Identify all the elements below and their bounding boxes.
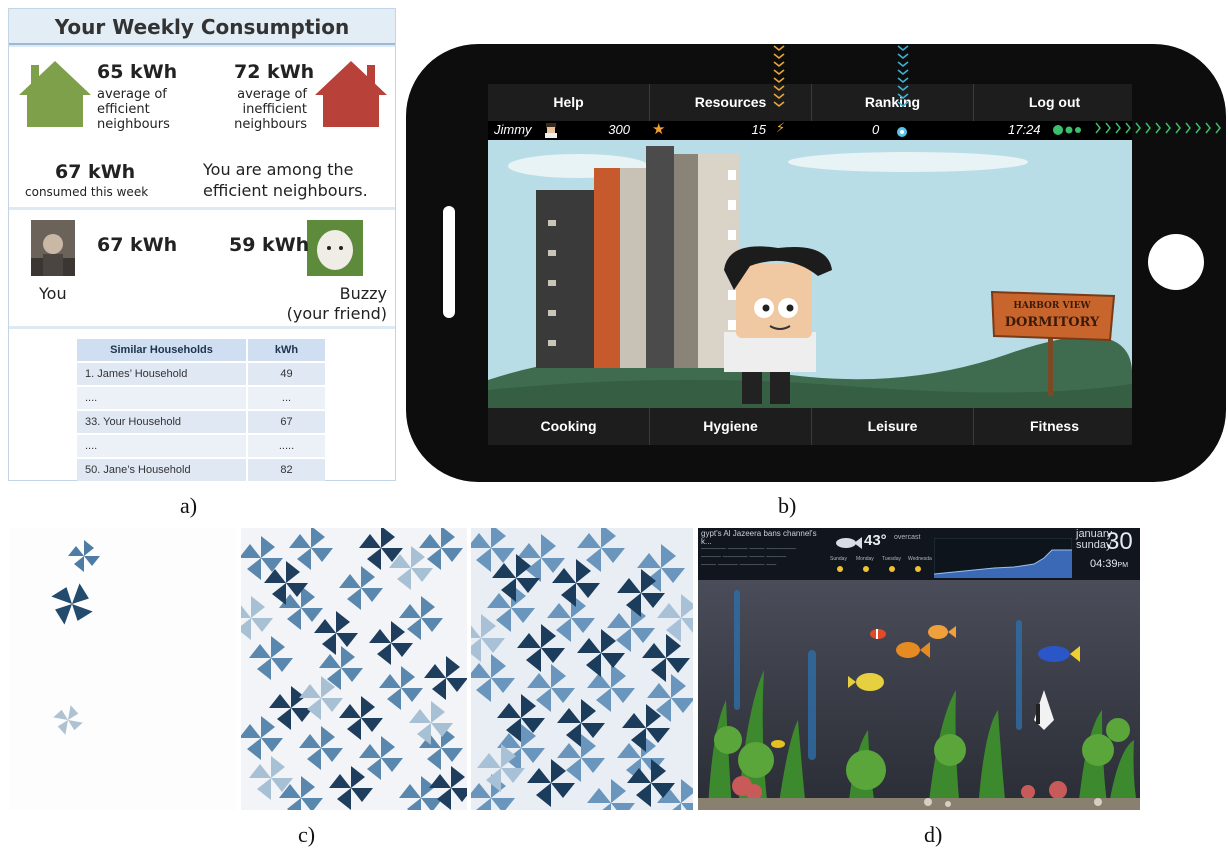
neighbour-comparison-section: 65 kWh average of efficient neighbours 7… — [9, 47, 395, 207]
consumed-value: 67 kWh — [55, 161, 136, 183]
caption-b: b) — [778, 493, 797, 518]
building — [646, 146, 674, 368]
weekly-consumption-panel: Your Weekly Consumption 65 kWh average o… — [8, 8, 396, 483]
inefficient-average-label: average of inefficient neighbours — [234, 87, 307, 132]
friend-label: Buzzy (your friend) — [286, 284, 387, 323]
efficient-average-label: average of efficient neighbours — [97, 87, 170, 132]
inefficient-average-value: 72 kWh — [234, 61, 315, 83]
username: Jimmy — [494, 122, 532, 137]
efficiency-message: You are among the efficient neighbours. — [203, 160, 368, 200]
bottom-nav-bar: Cooking Hygiene Leisure Fitness — [488, 408, 1132, 445]
energy-flow-chevrons — [773, 45, 785, 108]
news-ticker: gypt's Al Jazeera bans channel's k... ──… — [701, 530, 817, 569]
similar-households-section: Similar Households kWh 1. James’ Househo… — [9, 329, 395, 483]
forecast: Sunday Monday Tuesday Wednesda — [830, 556, 932, 576]
leisure-button[interactable]: Leisure — [812, 408, 973, 445]
date-day: 30 — [1106, 528, 1133, 555]
game-scene: HARBOR VIEW DORMITORY — [488, 140, 1132, 408]
progress-dots — [1053, 125, 1081, 135]
connection-chevrons — [1095, 122, 1221, 134]
table-header: kWh — [247, 339, 325, 363]
fitness-button[interactable]: Fitness — [974, 408, 1135, 445]
top-nav-bar: Help Resources Ranking Log out — [488, 84, 1132, 121]
hygiene-button[interactable]: Hygiene — [650, 408, 811, 445]
aquarium-display: gypt's Al Jazeera bans channel's k... ──… — [698, 528, 1140, 810]
fish-weather-icon — [836, 537, 862, 549]
user-label: You — [39, 284, 67, 303]
status-bar: Jimmy 300 ★ 15 ⚡ 0 17:24 — [488, 120, 1132, 140]
lightning-icon: ⚡ — [776, 121, 786, 136]
cooking-button[interactable]: Cooking — [488, 408, 649, 445]
pinwheel-sparse-image — [10, 528, 236, 810]
pinwheel-dense-image — [471, 528, 693, 810]
table-row: 50. Jane’s Household 82 — [77, 458, 325, 483]
red-house-icon — [315, 61, 387, 127]
water-drop-icon — [897, 127, 907, 137]
resources-button[interactable]: Resources — [650, 84, 811, 121]
fish-clownfish — [870, 629, 886, 639]
temperature: 43° — [864, 532, 887, 549]
caption-c: c) — [298, 822, 316, 847]
similar-households-table: Similar Households kWh 1. James’ Househo… — [77, 339, 325, 483]
caption-a: a) — [180, 493, 198, 518]
weather-condition: overcast — [894, 534, 921, 541]
table-header: Similar Households — [77, 339, 248, 363]
divider — [467, 528, 471, 810]
time-value: 17:24 — [1008, 122, 1041, 137]
panel-title: Your Weekly Consumption — [9, 9, 395, 45]
aquarium-tank — [698, 580, 1140, 810]
user-value: 67 kWh — [97, 234, 178, 256]
consumed-label: consumed this week — [25, 185, 149, 199]
sign-line-1: HARBOR VIEW — [1013, 301, 1091, 311]
clock: 04:39PM — [1090, 558, 1129, 570]
table-row: 1. James’ Household 49 — [77, 362, 325, 387]
help-button[interactable]: Help — [488, 84, 649, 121]
table-row: ....... — [77, 386, 325, 411]
date-month-day: january sunday — [1076, 528, 1113, 551]
caption-d: d) — [924, 822, 943, 847]
efficient-average-value: 65 kWh — [97, 61, 178, 83]
phone-speaker-slot — [443, 206, 455, 318]
friend-avatar — [307, 220, 363, 276]
friend-comparison-section: 67 kWh You 59 kWh Buzzy (your friend) — [9, 210, 395, 326]
green-house-icon — [19, 61, 91, 127]
user-avatar — [31, 220, 75, 276]
points-value: 300 — [608, 122, 630, 137]
fish-small-yellow — [771, 740, 785, 748]
avatar-icon — [545, 123, 557, 138]
friend-value: 59 kWh — [229, 234, 310, 256]
pinwheel-medium-image — [241, 528, 467, 810]
sign-line-2: DORMITORY — [1005, 315, 1100, 330]
building — [594, 168, 622, 368]
star-icon: ★ — [652, 120, 666, 138]
ranking-button[interactable]: Ranking — [812, 84, 973, 121]
energy-value: 15 — [751, 122, 766, 137]
energy-usage-graph — [934, 538, 1072, 578]
table-row: ......... — [77, 434, 325, 459]
building — [674, 154, 698, 368]
home-button[interactable] — [1148, 234, 1204, 290]
log-out-button[interactable]: Log out — [974, 84, 1135, 121]
building — [620, 168, 646, 368]
water-value: 0 — [872, 122, 880, 137]
table-row: 33. Your Household 67 — [77, 410, 325, 435]
water-flow-chevrons — [897, 45, 909, 108]
